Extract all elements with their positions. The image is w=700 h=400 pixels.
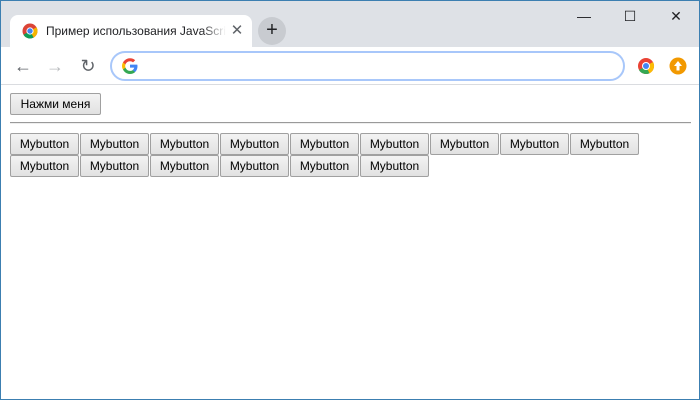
chrome-favicon-icon bbox=[22, 23, 38, 39]
tab-close-icon[interactable]: ✕ bbox=[230, 23, 244, 38]
mybutton[interactable]: Mybutton bbox=[80, 155, 149, 177]
page-content: Нажми меня Mybutton Mybutton Mybutton Mybut… bbox=[1, 86, 699, 399]
mybutton[interactable]: Mybutton bbox=[10, 133, 79, 155]
mybutton[interactable]: Mybutton bbox=[360, 155, 429, 177]
tab-strip: Пример использования JavaScript ✕ + — ☐ … bbox=[1, 1, 699, 47]
mybutton[interactable]: Mybutton bbox=[220, 133, 289, 155]
address-bar[interactable] bbox=[110, 51, 625, 81]
mybutton[interactable]: Mybutton bbox=[80, 133, 149, 155]
tab-active[interactable]: Пример использования JavaScript ✕ bbox=[10, 15, 252, 47]
google-g-icon bbox=[122, 58, 138, 74]
mybutton[interactable]: Mybutton bbox=[430, 133, 499, 155]
mybutton[interactable]: Mybutton bbox=[500, 133, 569, 155]
mybutton[interactable]: Mybutton bbox=[150, 155, 219, 177]
browser-window: Пример использования JavaScript ✕ + — ☐ … bbox=[0, 0, 700, 400]
maximize-window-button[interactable]: ☐ bbox=[607, 5, 653, 27]
extension-orange-upload-icon[interactable] bbox=[669, 57, 687, 75]
mybutton[interactable]: Mybutton bbox=[150, 133, 219, 155]
tab-title: Пример использования JavaScript bbox=[46, 23, 226, 39]
back-button[interactable]: ← bbox=[11, 54, 35, 78]
reload-button[interactable]: ↻ bbox=[76, 54, 100, 78]
forward-button[interactable]: → bbox=[43, 54, 67, 78]
mybutton[interactable]: Mybutton bbox=[570, 133, 639, 155]
mybutton[interactable]: Mybutton bbox=[360, 133, 429, 155]
mybutton[interactable]: Mybutton bbox=[10, 155, 79, 177]
horizontal-rule bbox=[10, 122, 691, 124]
mybutton[interactable]: Mybutton bbox=[290, 155, 359, 177]
press-me-button[interactable]: Нажми меня bbox=[10, 93, 101, 115]
extension-colorful-icon[interactable] bbox=[637, 57, 655, 75]
new-tab-button[interactable]: + bbox=[258, 17, 286, 45]
close-window-button[interactable]: ✕ bbox=[653, 5, 699, 27]
mybutton[interactable]: Mybutton bbox=[220, 155, 289, 177]
address-input[interactable] bbox=[146, 56, 616, 76]
minimize-window-button[interactable]: — bbox=[561, 5, 607, 27]
browser-toolbar: ← → ↻ bbox=[1, 47, 699, 85]
mybutton[interactable]: Mybutton bbox=[290, 133, 359, 155]
